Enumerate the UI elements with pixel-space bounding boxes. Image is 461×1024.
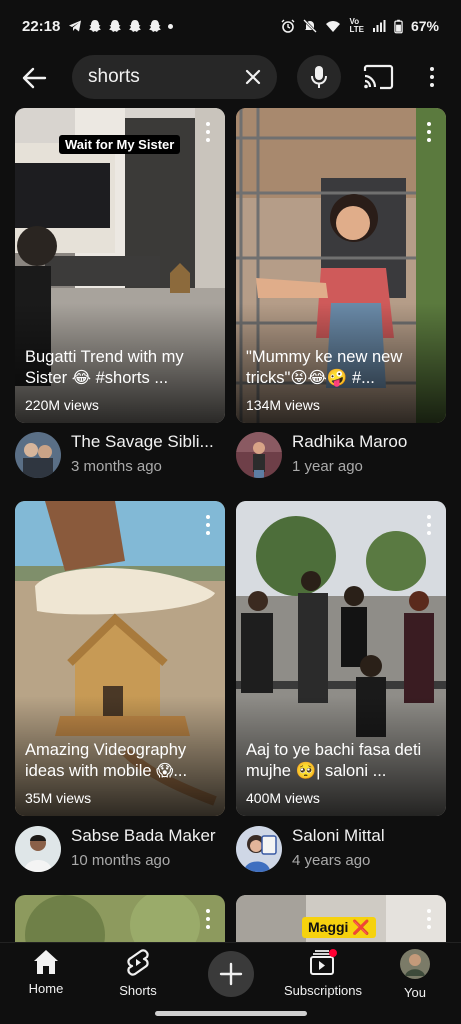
- card-menu-button[interactable]: [426, 122, 432, 142]
- signal-icon: [372, 20, 386, 32]
- snapchat-icon: [89, 20, 102, 32]
- nav-home[interactable]: Home: [6, 949, 86, 1005]
- channel-name: Sabse Bada Maker: [71, 826, 216, 845]
- voice-search-button[interactable]: [297, 55, 341, 99]
- battery-icon: [394, 19, 403, 33]
- more-options-button[interactable]: [422, 64, 442, 90]
- nav-label: Shorts: [119, 983, 157, 998]
- view-count: 400M views: [246, 790, 320, 806]
- plus-icon: [219, 962, 243, 986]
- card-menu-button[interactable]: [205, 909, 211, 929]
- wifi-icon: [326, 21, 341, 32]
- upload-age: 3 months ago: [71, 458, 162, 475]
- channel-info[interactable]: The Savage Sibli... 3 months ago: [15, 428, 230, 480]
- status-time: 22:18: [22, 17, 61, 35]
- nav-label: Home: [28, 981, 64, 996]
- nav-label: You: [404, 985, 426, 1000]
- channel-name: The Savage Sibli...: [71, 432, 214, 451]
- back-button[interactable]: [18, 64, 50, 92]
- alarm-icon: [281, 19, 295, 33]
- view-count: 35M views: [25, 790, 92, 806]
- gesture-handle[interactable]: [155, 1011, 307, 1016]
- clear-search-button[interactable]: [241, 65, 265, 89]
- snapchat-icon: [109, 20, 122, 32]
- video-title: Amazing Videography ideas with mobile 😱.…: [25, 741, 188, 780]
- video-title: "Mummy ke new new tricks"😝😂🤪 #...: [246, 348, 403, 387]
- card-menu-button[interactable]: [426, 515, 432, 535]
- channel-info[interactable]: Sabse Bada Maker 10 months ago: [15, 822, 230, 874]
- microphone-icon: [311, 66, 327, 88]
- view-count: 134M views: [246, 397, 320, 413]
- cast-button[interactable]: [362, 64, 394, 90]
- upload-age: 10 months ago: [71, 852, 171, 869]
- card-menu-button[interactable]: [205, 122, 211, 142]
- overlay-caption: Maggi ❌: [302, 917, 376, 938]
- search-box[interactable]: [72, 55, 277, 99]
- arrow-left-icon: [22, 67, 47, 89]
- card-menu-button[interactable]: [205, 515, 211, 535]
- status-bar: 22:18 Vo LTE 67%: [0, 0, 461, 52]
- nav-label: Subscriptions: [283, 983, 363, 998]
- avatar: [15, 826, 61, 872]
- search-header: [0, 52, 461, 104]
- nav-shorts[interactable]: Shorts: [98, 949, 178, 1005]
- channel-info[interactable]: Radhika Maroo 1 year ago: [236, 428, 451, 480]
- avatar: [15, 432, 61, 478]
- snapchat-icon: [129, 20, 142, 32]
- telegram-icon: [69, 20, 82, 32]
- nav-subscriptions[interactable]: Subscriptions: [277, 949, 369, 1005]
- volte-icon: Vo LTE: [349, 17, 364, 34]
- mute-icon: [303, 19, 318, 33]
- system-icons: Vo LTE 67%: [281, 18, 439, 34]
- channel-name: Radhika Maroo: [292, 432, 408, 451]
- subscriptions-icon: [310, 949, 337, 975]
- avatar: [236, 432, 282, 478]
- home-icon: [34, 950, 58, 974]
- create-button[interactable]: [208, 951, 254, 997]
- shorts-icon: [127, 949, 149, 976]
- short-card[interactable]: Amazing Videography ideas with mobile 😱.…: [15, 501, 225, 816]
- nav-you[interactable]: You: [375, 949, 455, 1005]
- more-notifications-dot: [168, 23, 174, 29]
- short-card[interactable]: Wait for My Sister Bugatti Trend with my…: [15, 108, 225, 423]
- battery-level: 67%: [410, 18, 439, 34]
- card-menu-button[interactable]: [426, 909, 432, 929]
- search-input[interactable]: [88, 55, 238, 99]
- view-count: 220M views: [25, 397, 99, 413]
- avatar: [236, 826, 282, 872]
- snapchat-icon: [149, 20, 162, 32]
- video-title: Bugatti Trend with my Sister 😂 #shorts .…: [25, 348, 184, 387]
- short-card[interactable]: "Mummy ke new new tricks"😝😂🤪 #... 134M v…: [236, 108, 446, 423]
- channel-info[interactable]: Saloni Mittal 4 years ago: [236, 822, 451, 874]
- cast-icon: [363, 64, 394, 90]
- avatar: [400, 949, 430, 979]
- upload-age: 1 year ago: [292, 458, 363, 475]
- overlay-caption: Wait for My Sister: [59, 135, 181, 154]
- close-icon: [245, 69, 261, 85]
- short-card[interactable]: Aaj to ye bachi fasa deti mujhe 🥺| salon…: [236, 501, 446, 816]
- video-title: Aaj to ye bachi fasa deti mujhe 🥺| salon…: [246, 741, 422, 780]
- notification-icons: [68, 19, 174, 33]
- channel-name: Saloni Mittal: [292, 826, 385, 845]
- upload-age: 4 years ago: [292, 852, 371, 869]
